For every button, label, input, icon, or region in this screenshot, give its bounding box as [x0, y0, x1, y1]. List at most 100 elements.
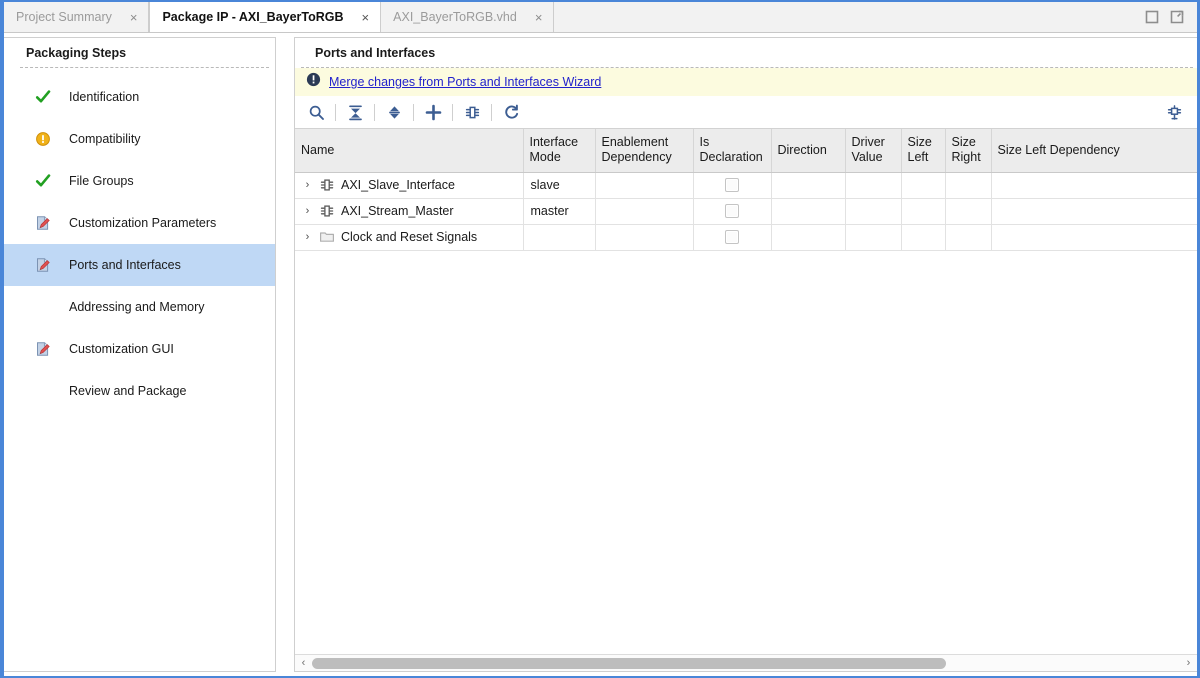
merge-changes-link[interactable]: Merge changes from Ports and Interfaces … [329, 75, 601, 89]
search-icon[interactable] [301, 99, 331, 125]
sidebar-item-identification[interactable]: Identification [4, 76, 275, 118]
ports-table-container[interactable]: Name Interface Mode Enablement Dependenc… [295, 128, 1197, 654]
cell-enablement-dependency[interactable] [595, 172, 694, 199]
is-declaration-checkbox[interactable] [725, 204, 739, 218]
toolbar-divider [452, 103, 453, 121]
column-header-direction[interactable]: Direction [771, 129, 846, 173]
check-icon [35, 89, 51, 105]
sidebar-item-file-groups[interactable]: File Groups [4, 160, 275, 202]
vivado-package-ip-window: Project Summary × Package IP - AXI_Bayer… [0, 0, 1200, 678]
column-header-name[interactable]: Name [295, 129, 524, 173]
toolbar-divider [413, 103, 414, 121]
cell-size-left-dependency[interactable] [991, 224, 1197, 251]
panel-title: Ports and Interfaces [315, 45, 436, 60]
sidebar-item-customization-gui[interactable]: Customization GUI [4, 328, 275, 370]
cell-direction[interactable] [771, 224, 846, 251]
sidebar-item-label: Ports and Interfaces [69, 258, 181, 272]
refresh-icon[interactable] [496, 99, 526, 125]
expand-arrow-icon[interactable]: › [302, 231, 313, 243]
column-header-driver-value[interactable]: Driver Value [845, 129, 902, 173]
ports-and-interfaces-table: Name Interface Mode Enablement Dependenc… [295, 129, 1197, 251]
expand-arrow-icon[interactable]: › [302, 205, 313, 217]
sidebar-item-addressing-and-memory[interactable]: Addressing and Memory [4, 286, 275, 328]
column-header-size-right[interactable]: Size Right [945, 129, 992, 173]
bus-interface-icon[interactable] [457, 99, 487, 125]
edited-page-icon [35, 215, 51, 231]
close-icon[interactable]: × [128, 11, 140, 24]
expand-collapse-icon[interactable] [379, 99, 409, 125]
plus-icon[interactable] [418, 99, 448, 125]
edited-page-icon [35, 257, 51, 273]
cell-interface-mode[interactable] [523, 224, 596, 251]
packaging-steps-list: Identification Compatibility File Groups… [4, 68, 275, 412]
cell-size-right[interactable] [945, 172, 992, 199]
table-row[interactable]: › AXI_Slave_Interface slave [295, 172, 1197, 199]
tab-axi-bayertorgb-vhd[interactable]: AXI_BayerToRGB.vhd × [381, 2, 555, 32]
cell-size-left-dependency[interactable] [991, 198, 1197, 225]
cell-name[interactable]: › AXI_Slave_Interface [295, 172, 524, 199]
toolbar-divider [374, 103, 375, 121]
cell-driver-value[interactable] [845, 172, 902, 199]
content-area: Packaging Steps Identification Compatibi… [4, 33, 1197, 676]
cell-interface-mode[interactable]: slave [523, 172, 596, 199]
is-declaration-checkbox[interactable] [725, 230, 739, 244]
column-header-enablement-dependency[interactable]: Enablement Dependency [595, 129, 694, 173]
square-icon[interactable] [1145, 10, 1159, 24]
check-icon [35, 173, 51, 189]
cell-size-left[interactable] [901, 198, 946, 225]
cell-is-declaration[interactable] [693, 172, 772, 199]
scrollbar-thumb[interactable] [312, 657, 946, 669]
bus-interface-icon [319, 203, 335, 219]
cell-size-left[interactable] [901, 224, 946, 251]
cell-size-left[interactable] [901, 172, 946, 199]
table-row[interactable]: › AXI_Stream_Master master [295, 198, 1197, 225]
row-name-label: AXI_Slave_Interface [341, 178, 455, 192]
tab-project-summary[interactable]: Project Summary × [4, 2, 150, 32]
scroll-right-arrow-icon[interactable]: › [1180, 655, 1197, 672]
cell-direction[interactable] [771, 172, 846, 199]
cell-interface-mode[interactable]: master [523, 198, 596, 225]
cell-is-declaration[interactable] [693, 224, 772, 251]
cell-size-right[interactable] [945, 198, 992, 225]
sidebar-item-customization-parameters[interactable]: Customization Parameters [4, 202, 275, 244]
horizontal-scrollbar[interactable]: ‹ › [295, 654, 1197, 671]
sidebar-item-label: Customization Parameters [69, 216, 217, 230]
cell-driver-value[interactable] [845, 224, 902, 251]
scrollbar-track[interactable] [312, 655, 1180, 672]
tab-package-ip[interactable]: Package IP - AXI_BayerToRGB × [149, 2, 382, 32]
tab-bar-spacer [554, 2, 1135, 32]
cell-name[interactable]: › Clock and Reset Signals [295, 224, 524, 251]
cell-enablement-dependency[interactable] [595, 198, 694, 225]
expand-arrow-icon[interactable]: › [302, 179, 313, 191]
sidebar-item-review-and-package[interactable]: Review and Package [4, 370, 275, 412]
table-row[interactable]: › Clock and Reset Signals [295, 224, 1197, 251]
ip-chip-icon[interactable] [1159, 99, 1189, 125]
toolbar-divider [491, 103, 492, 121]
is-declaration-checkbox[interactable] [725, 178, 739, 192]
column-header-size-left-dependency[interactable]: Size Left Dependency [991, 129, 1197, 173]
close-icon[interactable]: × [533, 11, 545, 24]
cell-is-declaration[interactable] [693, 198, 772, 225]
cell-size-left-dependency[interactable] [991, 172, 1197, 199]
packaging-steps-panel: Packaging Steps Identification Compatibi… [4, 37, 276, 672]
close-icon[interactable]: × [360, 11, 372, 24]
cell-direction[interactable] [771, 198, 846, 225]
row-name-label: AXI_Stream_Master [341, 204, 454, 218]
column-header-size-left[interactable]: Size Left [901, 129, 946, 173]
cell-enablement-dependency[interactable] [595, 224, 694, 251]
cell-driver-value[interactable] [845, 198, 902, 225]
toolbar-divider [335, 103, 336, 121]
cell-size-right[interactable] [945, 224, 992, 251]
scroll-left-arrow-icon[interactable]: ‹ [295, 655, 312, 672]
cell-name[interactable]: › AXI_Stream_Master [295, 198, 524, 225]
warning-icon [35, 131, 51, 147]
window-controls [1135, 2, 1197, 32]
sidebar-item-ports-and-interfaces[interactable]: Ports and Interfaces [4, 244, 275, 286]
collapse-all-icon[interactable] [340, 99, 370, 125]
float-window-icon[interactable] [1170, 10, 1184, 24]
column-header-interface-mode[interactable]: Interface Mode [523, 129, 596, 173]
row-name-label: Clock and Reset Signals [341, 230, 478, 244]
ports-toolbar [295, 96, 1197, 128]
column-header-is-declaration[interactable]: Is Declaration [693, 129, 772, 173]
sidebar-item-compatibility[interactable]: Compatibility [4, 118, 275, 160]
